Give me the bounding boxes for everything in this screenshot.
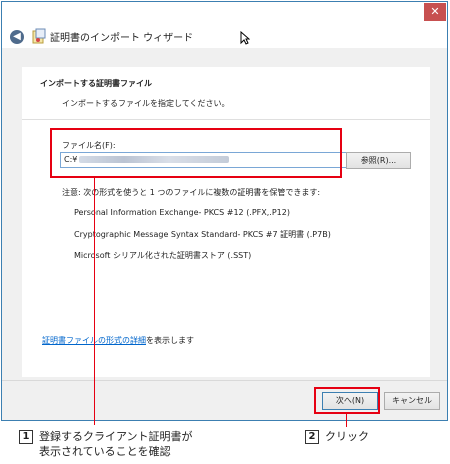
- window-title: 証明書のインポート ウィザード: [50, 33, 194, 44]
- callout-1-number: 1: [19, 430, 33, 444]
- callout-1-text: 登録するクライアント証明書が 表示されていることを確認: [39, 429, 193, 459]
- format-item-sst: Microsoft シリアル化された証明書ストア (.SST): [74, 251, 252, 260]
- section-heading: インポートする証明書ファイル: [40, 79, 152, 88]
- wizard-content: インポートする証明書ファイル インポートするファイルを指定してください。 ファイ…: [22, 67, 430, 377]
- callout-1-leader: [94, 178, 95, 425]
- callout-2-leader: [346, 414, 347, 427]
- next-button-highlight: [314, 387, 380, 414]
- callout-2-number: 2: [305, 430, 319, 444]
- mouse-cursor-icon: [240, 31, 250, 45]
- callout-1-line1: 登録するクライアント証明書が: [39, 430, 193, 443]
- certificate-wizard-icon: [32, 28, 46, 44]
- format-item-p7b: Cryptographic Message Syntax Standard- P…: [74, 230, 331, 239]
- footer-separator: [2, 380, 447, 381]
- callout-2-text: クリック: [325, 430, 369, 443]
- help-line-suffix: を表示します: [146, 336, 194, 345]
- cancel-button[interactable]: キャンセル: [384, 392, 440, 410]
- title-bar: ✕ ◀ 証明書のインポート ウィザード: [2, 2, 447, 48]
- callout-1-line2: 表示されていることを確認: [39, 445, 171, 458]
- format-item-pfx: Personal Information Exchange- PKCS #12 …: [74, 208, 290, 217]
- browse-button[interactable]: 参照(R)...: [346, 152, 411, 169]
- section-subheading: インポートするファイルを指定してください。: [62, 99, 230, 108]
- file-field-highlight: [50, 128, 342, 178]
- close-button[interactable]: ✕: [424, 3, 446, 21]
- help-line: 証明書ファイルの形式の詳細を表示します: [42, 335, 194, 346]
- wizard-window: ✕ ◀ 証明書のインポート ウィザード インポートする証明書ファイル インポート…: [1, 1, 448, 421]
- back-button[interactable]: ◀: [10, 30, 24, 44]
- header-separator: [22, 119, 430, 120]
- format-note: 注意: 次の形式を使うと 1 つのファイルに複数の証明書を保管できます:: [62, 188, 321, 197]
